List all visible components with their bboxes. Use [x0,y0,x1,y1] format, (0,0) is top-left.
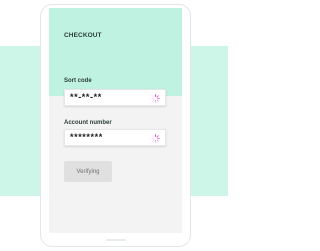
phone-frame: CHECKOUT Sort code **-**-** Account numb… [40,4,191,247]
loading-spinner-icon [151,134,160,143]
home-indicator [106,239,126,241]
checkout-screen: CHECKOUT Sort code **-**-** Account numb… [49,8,182,233]
loading-spinner-icon [151,94,160,103]
account-number-value: ******** [70,132,103,142]
page-title: CHECKOUT [64,32,102,39]
verify-button[interactable]: Verifying [64,161,112,182]
account-number-field[interactable]: ******** [64,129,166,146]
verify-button-label: Verifying [76,168,100,175]
sort-code-value: **-**-** [70,92,102,102]
sort-code-field[interactable]: **-**-** [64,89,166,106]
sort-code-label: Sort code [64,78,92,84]
account-number-label: Account number [64,120,112,126]
